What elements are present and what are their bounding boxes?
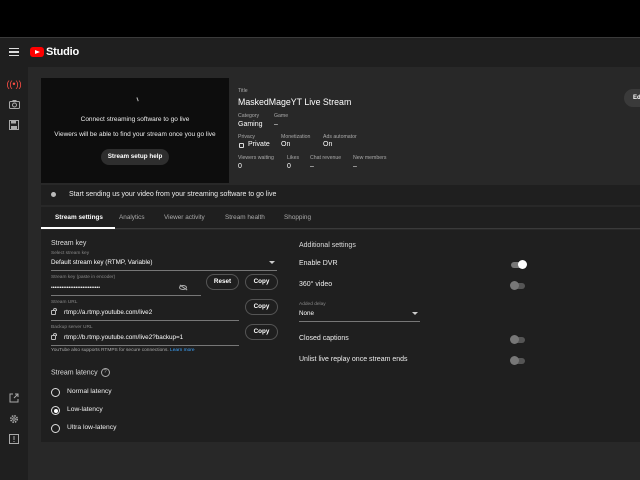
top-black-bar <box>0 0 640 38</box>
status-dot-icon <box>51 192 56 197</box>
live-icon[interactable]: ((•)) <box>6 78 21 90</box>
menu-icon[interactable] <box>9 48 19 57</box>
stream-key-field-label: Stream key (paste in encoder) <box>51 275 116 280</box>
closed-captions-label: Closed captions <box>299 335 349 342</box>
viewers-waiting-value: 0 <box>238 163 242 170</box>
ads-automator-label: Ads automator <box>323 134 357 140</box>
help-icon[interactable]: ? <box>100 368 110 377</box>
stream-url-value: rtmp://a.rtmp.youtube.com/live2 <box>64 309 153 316</box>
stream-key-select-value: Default stream key (RTMP, Variable) <box>51 259 153 266</box>
chat-revenue-label: Chat revenue <box>310 155 342 161</box>
category-value: Gaming <box>238 121 263 128</box>
external-link-icon[interactable] <box>8 392 20 404</box>
gear-icon[interactable] <box>8 413 20 425</box>
sidebar: ((•)) <box>0 67 28 480</box>
loading-spinner-icon <box>136 96 141 102</box>
monetization-label: Monetization <box>281 134 311 140</box>
stream-key-select[interactable]: Select stream key Default stream key (RT… <box>51 251 277 271</box>
additional-settings-heading: Additional settings <box>299 242 356 249</box>
chevron-down-icon <box>412 312 418 315</box>
added-delay-select[interactable]: Added delay None <box>299 302 420 322</box>
eye-off-icon[interactable] <box>179 285 187 290</box>
radio-low-latency[interactable] <box>51 406 60 415</box>
preview-message: Connect streaming software to go live <box>80 116 190 123</box>
rtmps-note-text: YouTube also supports RTMPS for secure c… <box>51 348 169 353</box>
backup-url-value: rtmp://b.rtmp.youtube.com/live2?backup=1 <box>64 334 184 341</box>
tab-viewer-activity[interactable]: Viewer activity <box>164 214 205 221</box>
added-delay-label: Added delay <box>299 302 326 307</box>
likes-value: 0 <box>287 163 291 170</box>
stream-key-value: •••••••••••••••••••••••••••• <box>51 285 101 291</box>
video-360-toggle[interactable] <box>510 281 525 290</box>
new-members-value: – <box>353 163 357 170</box>
copy-stream-url-button[interactable]: Copy <box>245 299 278 315</box>
privacy-value: Private <box>248 141 270 148</box>
chat-revenue-value: – <box>310 163 314 170</box>
enable-dvr-toggle[interactable] <box>511 260 527 269</box>
radio-normal-latency[interactable] <box>51 388 60 397</box>
low-latency-label: Low-latency <box>67 406 103 413</box>
save-icon[interactable] <box>8 119 20 131</box>
stream-settings-panel: Stream key Select stream key Default str… <box>41 230 640 442</box>
enable-dvr-label: Enable DVR <box>299 260 338 267</box>
copy-stream-key-button[interactable]: Copy <box>245 274 278 290</box>
status-banner-text: Start sending us your video from your st… <box>69 191 277 198</box>
unlist-replay-toggle[interactable] <box>510 356 525 365</box>
tab-stream-health[interactable]: Stream health <box>225 214 265 221</box>
learn-more-link[interactable]: Learn more <box>170 348 195 353</box>
normal-latency-label: Normal latency <box>67 388 112 395</box>
youtube-logo-icon <box>30 47 44 57</box>
tab-shopping[interactable]: Shopping <box>284 214 311 221</box>
radio-ultra-low-latency[interactable] <box>51 424 60 433</box>
tab-stream-settings[interactable]: Stream settings <box>55 214 103 221</box>
game-value: – <box>274 121 278 128</box>
unlist-replay-label: Unlist live replay once stream ends <box>299 356 408 363</box>
stream-url-field[interactable]: Stream URL rtmp://a.rtmp.youtube.com/liv… <box>51 300 239 321</box>
closed-captions-toggle[interactable] <box>510 335 525 344</box>
chevron-down-icon <box>269 261 275 264</box>
app-header: Studio <box>0 38 640 67</box>
feedback-icon[interactable] <box>8 433 20 445</box>
edit-button[interactable]: Ed <box>624 89 640 107</box>
stream-latency-heading: Stream latency? <box>51 368 110 377</box>
stream-key-heading: Stream key <box>51 240 87 247</box>
stream-setup-help-button[interactable]: Stream setup help <box>101 149 169 165</box>
new-members-label: New members <box>353 155 387 161</box>
category-label: Category <box>238 113 260 119</box>
studio-logo[interactable]: Studio <box>30 46 79 58</box>
backup-url-label: Backup server URL <box>51 325 93 330</box>
video-360-label: 360° video <box>299 281 333 288</box>
stream-title: MaskedMageYT Live Stream <box>238 97 352 107</box>
app-name: Studio <box>46 46 80 58</box>
game-label: Game <box>274 113 289 119</box>
ultra-low-latency-label: Ultra low-latency <box>67 424 117 431</box>
active-tab-indicator <box>41 227 115 229</box>
stream-key-field[interactable]: Stream key (paste in encoder) ••••••••••… <box>51 275 201 296</box>
monetization-value: On <box>281 141 291 148</box>
stream-key-select-label: Select stream key <box>51 251 90 256</box>
stream-latency-label: Stream latency <box>51 369 98 377</box>
tab-bar: Stream settings Analytics Viewer activit… <box>41 207 640 229</box>
lock-icon <box>239 143 244 148</box>
title-label: Title <box>238 88 248 94</box>
copy-backup-url-button[interactable]: Copy <box>245 324 278 340</box>
camera-icon[interactable] <box>8 98 20 110</box>
viewers-waiting-label: Viewers waiting <box>238 155 274 161</box>
stream-url-label: Stream URL <box>51 300 78 305</box>
main-content: Connect streaming software to go live Vi… <box>28 67 640 480</box>
ads-automator-value: On <box>323 141 333 148</box>
tab-analytics[interactable]: Analytics <box>119 214 145 221</box>
rtmps-note: YouTube also supports RTMPS for secure c… <box>51 348 195 353</box>
status-banner: Start sending us your video from your st… <box>41 185 640 205</box>
privacy-label: Privacy <box>238 134 256 140</box>
lock-icon <box>51 308 57 315</box>
added-delay-value: None <box>299 310 315 317</box>
likes-label: Likes <box>287 155 300 161</box>
lock-icon <box>51 333 57 340</box>
stream-preview: Connect streaming software to go live Vi… <box>41 78 229 183</box>
backup-url-field[interactable]: Backup server URL rtmp://b.rtmp.youtube.… <box>51 325 239 346</box>
preview-submessage: Viewers will be able to find your stream… <box>54 131 216 138</box>
reset-button[interactable]: Reset <box>206 274 239 290</box>
